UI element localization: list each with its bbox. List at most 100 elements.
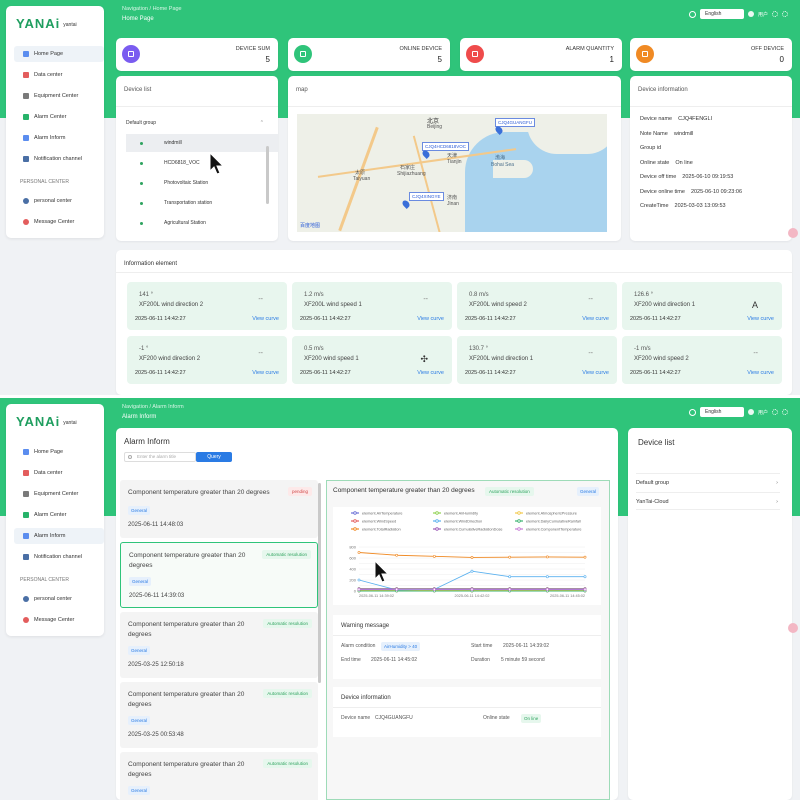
alarm-list-item[interactable]: Component temperature greater than 20 de… (120, 542, 318, 608)
marker-label-xingye[interactable]: CJQ4XINGYE (409, 192, 444, 201)
device-row[interactable]: Photovoltaic Station (126, 174, 278, 192)
view-curve-link[interactable]: View curve (582, 370, 609, 376)
alarm-list-item[interactable]: Component temperature greater than 20 de… (120, 752, 318, 800)
nav-item-personal-center[interactable]: personal center (14, 591, 104, 607)
tile-name: XF200 wind direction 2 (139, 356, 201, 362)
information-element-title: Information element (124, 261, 178, 267)
nav-item-alarm-inform[interactable]: Alarm Inform (14, 528, 104, 544)
tile-name: XF200L wind direction 2 (139, 302, 204, 308)
nav-item-message-center[interactable]: Message Center (14, 612, 104, 628)
group-row-yantai[interactable]: YanTai-Cloud › (636, 492, 780, 510)
device-row[interactable]: windmill (126, 134, 278, 152)
sea-label: Bohai Sea (491, 162, 515, 168)
nav-item-home-page[interactable]: Home Page (14, 444, 104, 460)
start-time-value: 2025-06-11 14:39:02 (503, 643, 550, 649)
alarm-search-input[interactable]: Enter the alarm title (124, 452, 196, 462)
nav-item-alarm-center[interactable]: Alarm Center (14, 109, 104, 125)
nav-item-equipment-center[interactable]: Equipment Center (14, 88, 104, 104)
marker-label-guangfu[interactable]: CJQ4GUANGFU (495, 118, 536, 127)
query-button[interactable]: Query (196, 452, 232, 462)
alarm-title: Component temperature greater than 20 de… (129, 552, 246, 569)
sidebar: YANAi yantai Home Page Data center Equipmen… (6, 6, 104, 238)
alarm-list-item[interactable]: Component temperature greater than 20 de… (120, 682, 318, 748)
device-row[interactable]: Transportation station (126, 194, 278, 212)
settings-icon[interactable] (772, 11, 778, 17)
notification-icon[interactable] (782, 409, 788, 415)
data-point (470, 587, 474, 591)
device-row[interactable]: Agricultural Station (126, 214, 278, 232)
nav-item-data-center[interactable]: Data center (14, 67, 104, 83)
device-name: windmill (164, 140, 182, 146)
nav-item-label: personal center (34, 596, 72, 602)
alarm-line-chart[interactable]: element.AirTemperature element.AirHumidit… (333, 507, 601, 605)
nav-item-message-center[interactable]: Message Center (14, 214, 104, 230)
info-element-tile: 130.7 ° XF200L wind direction 1 -- 2025-06-… (457, 336, 617, 384)
y-tick-label: 0 (354, 589, 357, 594)
tile-value: 126.6 ° (634, 292, 654, 298)
detail-chart-card: element.AirTemperature element.AirHumidit… (333, 507, 601, 605)
user-name[interactable]: 用户 (758, 409, 768, 416)
legend-label: element.CumulativeRadiationDose (444, 528, 502, 532)
info-element-tile: 141 ° XF200L wind direction 2 -- 2025-06-11… (127, 282, 287, 330)
legend-marker (517, 527, 521, 531)
data-point (545, 587, 549, 591)
group-row-default[interactable]: Default group › (636, 473, 780, 491)
user-icon[interactable] (747, 409, 754, 415)
view-curve-link[interactable]: View curve (747, 316, 774, 322)
nav-item-notification-channel[interactable]: Notification channel (14, 549, 104, 565)
alarm-list-scrollbar[interactable] (318, 483, 321, 683)
default-group-header[interactable]: Default group ⌃ (126, 120, 270, 131)
mail-icon (23, 554, 29, 560)
data-point (545, 575, 549, 579)
marker-label-voc[interactable]: CJQ4HCD6818VOC (422, 142, 470, 151)
x-tick-label: 2025-06-11 14:42:02 (455, 594, 490, 598)
nav-item-alarm-inform[interactable]: Alarm Inform (14, 130, 104, 146)
settings-icon[interactable] (772, 409, 778, 415)
breadcrumb-path[interactable]: Navigation / Home Page (122, 6, 182, 12)
nav-item-equipment-center[interactable]: Equipment Center (14, 486, 104, 502)
device-name-label: Device name (341, 715, 371, 721)
globe-icon[interactable] (688, 10, 696, 18)
alarm-inform-screen: YANAi yantai Home Page Data center Equipmen… (0, 398, 800, 800)
view-curve-link[interactable]: View curve (582, 316, 609, 322)
stat-label: ONLINE DEVICE (399, 46, 442, 52)
alarm-time: 2025-03-25 00:53:48 (128, 732, 184, 738)
view-curve-link[interactable]: View curve (417, 370, 444, 376)
data-point (395, 553, 399, 557)
language-select[interactable]: English (699, 407, 744, 417)
device-info-value: windmill (673, 130, 694, 137)
device-row[interactable]: HCD6818_VOC (126, 154, 278, 172)
device-list-scrollbar[interactable] (266, 146, 269, 204)
user-name[interactable]: 用户 (758, 11, 768, 18)
feedback-icon[interactable] (788, 623, 798, 633)
nav-item-notification-channel[interactable]: Notification channel (14, 151, 104, 167)
detail-tag: General (576, 487, 599, 496)
view-curve-link[interactable]: View curve (252, 316, 279, 322)
alarm-list-item[interactable]: Component temperature greater than 20 de… (120, 480, 318, 538)
nav-item-home-page[interactable]: Home Page (14, 46, 104, 62)
view-curve-link[interactable]: View curve (417, 316, 444, 322)
online-dot-icon (140, 162, 143, 165)
breadcrumb-path[interactable]: Navigation / Alarm Inform (122, 404, 184, 410)
view-curve-link[interactable]: View curve (747, 370, 774, 376)
personal-center-heading: PERSONAL CENTER (20, 179, 69, 185)
info-element-tile: 0.5 m/s XF200 wind speed 1 ✣ 2025-06-11 14:… (292, 336, 452, 384)
alarm-list-item[interactable]: Component temperature greater than 20 de… (120, 612, 318, 678)
nav-item-alarm-center[interactable]: Alarm Center (14, 507, 104, 523)
tile-time: 2025-06-11 14:42:27 (630, 370, 681, 376)
mouse-cursor-icon (374, 560, 390, 583)
language-select[interactable]: English (699, 9, 744, 19)
nav-item-personal-center[interactable]: personal center (14, 193, 104, 209)
feedback-icon[interactable] (788, 228, 798, 238)
mouse-cursor-icon (209, 152, 225, 175)
nav-item-data-center[interactable]: Data center (14, 465, 104, 481)
map-canvas[interactable]: 北京 Beijing 天津 Tianjin 石家庄 Shijiazhuang 太… (297, 114, 607, 232)
device-info-title: Device information (638, 87, 688, 93)
user-icon[interactable] (747, 11, 754, 17)
alarm-time: 2025-06-11 14:39:03 (129, 593, 185, 599)
notification-icon[interactable] (782, 11, 788, 17)
view-curve-link[interactable]: View curve (252, 370, 279, 376)
globe-icon[interactable] (688, 408, 696, 416)
legend-marker (435, 511, 439, 515)
legend-label: element.WindSpeed (362, 520, 396, 524)
